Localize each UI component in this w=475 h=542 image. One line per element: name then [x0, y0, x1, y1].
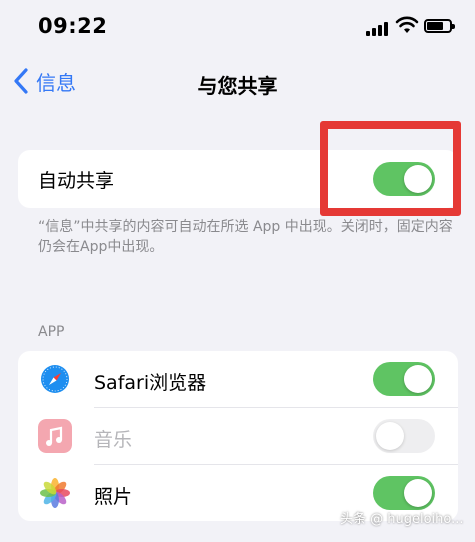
highlight-annotation — [320, 121, 461, 216]
safari-toggle[interactable] — [373, 362, 435, 396]
app-name: Safari浏览器 — [94, 372, 207, 394]
app-name: 音乐 — [94, 429, 133, 451]
cellular-signal-icon — [366, 22, 388, 36]
toggle-knob — [404, 479, 432, 507]
photos-toggle[interactable] — [373, 476, 435, 510]
toggle-knob — [404, 365, 432, 393]
app-name: 照片 — [94, 486, 133, 508]
music-icon — [38, 419, 72, 453]
page-title: 与您共享 — [197, 74, 278, 98]
safari-icon — [38, 362, 72, 396]
app-row-music: 音乐 — [18, 408, 458, 464]
status-time: 09:22 — [38, 14, 108, 38]
auto-share-footnote: “信息”中共享的内容可自动在所选 App 中出现。关闭时，固定内容仍会在App中… — [38, 219, 453, 255]
music-toggle[interactable] — [373, 419, 435, 453]
photos-icon — [38, 476, 72, 510]
wifi-icon — [395, 16, 419, 33]
battery-icon — [424, 19, 455, 33]
status-bar: 09:22 — [0, 0, 475, 56]
watermark-text: 头条 @ hugeloiho... — [340, 512, 464, 527]
apps-group: Safari浏览器 音乐 照片 — [18, 351, 458, 521]
apps-section-header: APP — [38, 324, 65, 340]
toggle-knob — [376, 422, 404, 450]
auto-share-label: 自动共享 — [38, 170, 115, 192]
app-row-safari: Safari浏览器 — [18, 351, 458, 407]
navigation-bar: 信息 与您共享 — [0, 56, 475, 108]
